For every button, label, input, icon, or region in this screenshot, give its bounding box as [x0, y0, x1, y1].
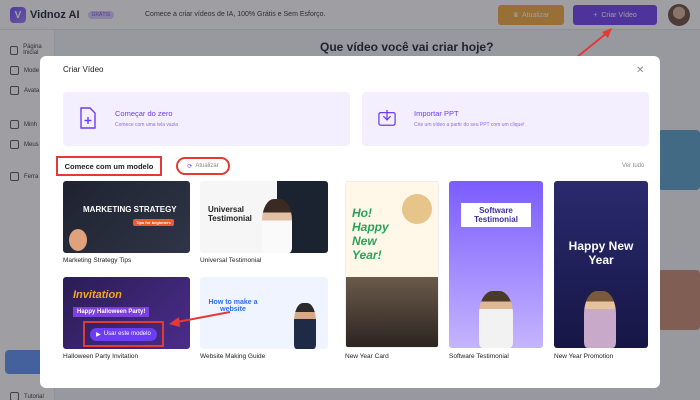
template-title: New Year Card	[345, 353, 389, 360]
create-video-modal: Criar Vídeo ✕ Começar do zero Comece com…	[40, 56, 660, 388]
option-title: Importar PPT	[414, 109, 459, 118]
import-ppt-card[interactable]: Importar PPT Crie um vídeo a partir do s…	[362, 92, 649, 146]
template-thumb-title: Ho! Happy New Year!	[352, 206, 389, 262]
template-thumb-title: Software Testimonial	[461, 203, 531, 227]
template-title: Website Making Guide	[200, 353, 266, 360]
template-thumb-subtitle: Tips for beginners	[133, 219, 174, 226]
template-thumb-title: Universal Testimonial	[208, 205, 252, 223]
sparkler-photo	[346, 277, 438, 347]
template-thumb-subtitle: Happy Halloween Party!	[73, 307, 150, 317]
use-template-highlight[interactable]: ▶ Usar este modelo	[83, 321, 164, 347]
option-title: Começar do zero	[115, 109, 173, 118]
presenter-avatar	[402, 194, 432, 224]
template-thumb-title: Invitation	[73, 289, 122, 301]
template-title: Software Testimonial	[449, 353, 509, 360]
use-template-label: Usar este modelo	[103, 331, 151, 337]
option-subtitle: Comece com uma tela vazia	[115, 122, 179, 128]
annotation-arrow	[169, 311, 231, 327]
template-title: Marketing Strategy Tips	[63, 257, 132, 264]
section-title: Comece com um modelo	[56, 156, 162, 176]
template-thumb-title: MARKETING STRATEGY	[83, 205, 177, 214]
modal-title: Criar Vídeo	[63, 65, 104, 74]
template-card[interactable]: Happy New Year	[554, 181, 648, 348]
template-card[interactable]: Software Testimonial	[449, 181, 543, 348]
refresh-button[interactable]: ⟳ Atualizar	[176, 157, 230, 175]
start-from-scratch-card[interactable]: Começar do zero Comece com uma tela vazi…	[63, 92, 350, 146]
template-title: Universal Testimonial	[200, 257, 262, 264]
template-thumb-title: Happy New Year	[568, 239, 634, 267]
template-card[interactable]: Universal Testimonial	[200, 181, 328, 253]
template-title: Halloween Party Invitation	[63, 353, 139, 360]
template-card[interactable]: Ho! Happy New Year!	[345, 181, 439, 348]
refresh-icon: ⟳	[187, 163, 193, 170]
play-icon: ▶	[96, 331, 101, 338]
presenter-avatar	[584, 291, 616, 348]
close-icon[interactable]: ✕	[636, 65, 644, 76]
template-title: New Year Promotion	[554, 353, 614, 360]
presenter-avatar	[69, 229, 87, 251]
refresh-label: Atualizar	[195, 163, 219, 169]
see-all-link[interactable]: Ver tudo	[622, 163, 644, 169]
import-icon	[378, 109, 396, 126]
option-subtitle: Crie um vídeo a partir do seu PPT com um…	[414, 122, 525, 128]
presenter-avatar	[262, 199, 292, 253]
presenter-avatar	[479, 291, 513, 348]
use-template-button[interactable]: ▶ Usar este modelo	[90, 327, 157, 341]
template-card[interactable]: MARKETING STRATEGY Tips for beginners	[63, 181, 190, 253]
blank-file-icon	[80, 107, 96, 129]
presenter-avatar	[294, 303, 316, 349]
